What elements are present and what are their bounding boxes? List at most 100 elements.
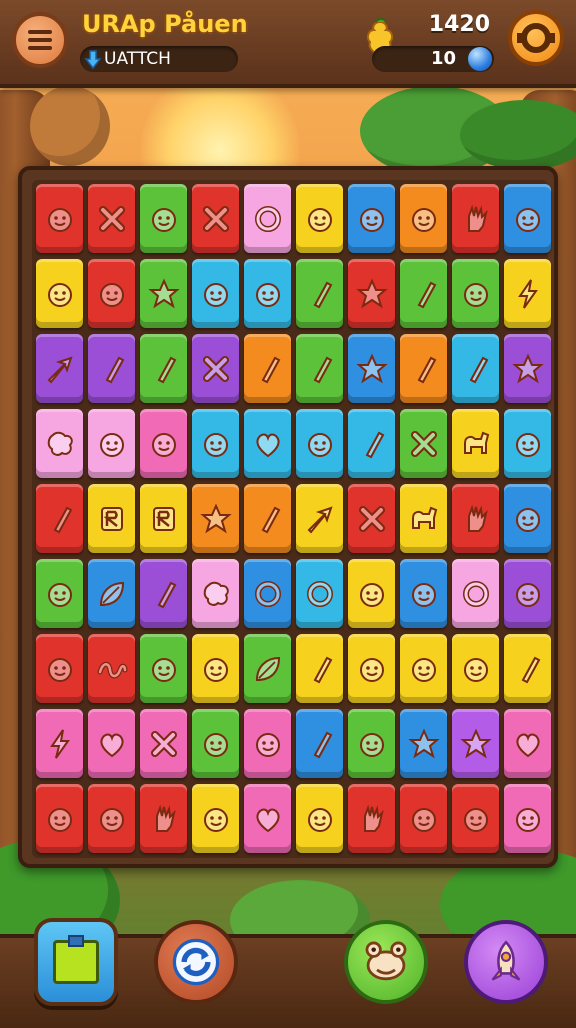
face-icon — [151, 657, 176, 682]
tile-yellow-face[interactable] — [192, 634, 239, 703]
tile-green-x[interactable] — [400, 409, 447, 478]
tile-cyan-ring[interactable] — [296, 559, 343, 628]
tile-red-face[interactable] — [36, 184, 83, 253]
tile-pink-bolt[interactable] — [36, 709, 83, 778]
tile-pink-face[interactable] — [504, 784, 551, 853]
tile-lightpink-blob[interactable] — [36, 409, 83, 478]
tile-yellow-face[interactable] — [192, 784, 239, 853]
tile-red-face[interactable] — [36, 784, 83, 853]
tile-yellow-face[interactable] — [452, 634, 499, 703]
tile-green-slash[interactable] — [296, 334, 343, 403]
tile-red-x[interactable] — [348, 484, 395, 553]
tile-pink-face[interactable] — [244, 709, 291, 778]
menu-button[interactable] — [12, 12, 68, 68]
tile-green-face[interactable] — [192, 709, 239, 778]
tile-yellow-bolt[interactable] — [504, 259, 551, 328]
tile-violet-star[interactable] — [452, 709, 499, 778]
tile-green-leaf[interactable] — [244, 634, 291, 703]
tile-green-face[interactable] — [140, 634, 187, 703]
tile-red-x[interactable] — [192, 184, 239, 253]
tile-lightpink-ring[interactable] — [452, 559, 499, 628]
tile-red-star[interactable] — [348, 259, 395, 328]
rocket-booster-button[interactable] — [464, 920, 548, 1004]
tile-red-face[interactable] — [400, 784, 447, 853]
tile-blue-face[interactable] — [504, 484, 551, 553]
tile-red-hand[interactable] — [140, 784, 187, 853]
tile-orange-slash[interactable] — [400, 334, 447, 403]
face-icon — [359, 732, 384, 757]
tile-green-star[interactable] — [140, 259, 187, 328]
tile-pink-face[interactable] — [140, 409, 187, 478]
tile-yellow-slash[interactable] — [296, 634, 343, 703]
tile-cyan-slash[interactable] — [348, 409, 395, 478]
tile-orange-slash[interactable] — [244, 484, 291, 553]
tile-orange-face[interactable] — [400, 184, 447, 253]
tile-yellow-face[interactable] — [348, 559, 395, 628]
tile-blue-slash[interactable] — [296, 709, 343, 778]
tile-pink-heart[interactable] — [244, 784, 291, 853]
tile-yellow-face[interactable] — [36, 259, 83, 328]
tile-cyan-face[interactable] — [192, 259, 239, 328]
tile-cyan-face[interactable] — [504, 409, 551, 478]
shuffle-button[interactable] — [154, 920, 238, 1004]
tile-green-face[interactable] — [452, 259, 499, 328]
tile-red-slash[interactable] — [36, 484, 83, 553]
tile-green-face[interactable] — [36, 559, 83, 628]
tile-red-hand[interactable] — [452, 484, 499, 553]
tile-green-slash[interactable] — [140, 334, 187, 403]
tile-purple-arrow[interactable] — [36, 334, 83, 403]
tile-red-face[interactable] — [452, 784, 499, 853]
tile-purple-slash[interactable] — [88, 334, 135, 403]
face-icon — [47, 207, 72, 232]
slash-icon — [469, 356, 488, 383]
tile-yellow-face[interactable] — [296, 784, 343, 853]
tile-red-hand[interactable] — [348, 784, 395, 853]
tile-purple-face[interactable] — [504, 559, 551, 628]
tile-red-face[interactable] — [88, 259, 135, 328]
tile-cyan-face[interactable] — [244, 259, 291, 328]
tile-green-slash[interactable] — [400, 259, 447, 328]
block-booster-button[interactable] — [34, 918, 118, 1006]
tile-purple-slash[interactable] — [140, 559, 187, 628]
tile-red-face[interactable] — [88, 784, 135, 853]
tile-lightpink-face[interactable] — [88, 409, 135, 478]
frog-booster-button[interactable] — [344, 920, 428, 1004]
tile-blue-leaf[interactable] — [88, 559, 135, 628]
tile-red-face[interactable] — [36, 634, 83, 703]
tile-orange-star[interactable] — [192, 484, 239, 553]
settings-button[interactable] — [508, 10, 564, 66]
tile-yellow-arrow[interactable] — [296, 484, 343, 553]
tile-lightpink-ring[interactable] — [244, 184, 291, 253]
tile-yellow-face[interactable] — [348, 634, 395, 703]
tile-blue-ring[interactable] — [244, 559, 291, 628]
tile-cyan-face[interactable] — [296, 409, 343, 478]
tile-green-slash[interactable] — [296, 259, 343, 328]
tile-blue-star[interactable] — [400, 709, 447, 778]
tile-blue-face[interactable] — [400, 559, 447, 628]
tile-pink-heart[interactable] — [504, 709, 551, 778]
tile-yellow-face[interactable] — [296, 184, 343, 253]
tile-red-hand[interactable] — [452, 184, 499, 253]
tile-cyan-face[interactable] — [192, 409, 239, 478]
tile-cyan-heart[interactable] — [244, 409, 291, 478]
tile-green-face[interactable] — [140, 184, 187, 253]
tile-red-x[interactable] — [88, 184, 135, 253]
tile-yellow-slash[interactable] — [504, 634, 551, 703]
tile-blue-star[interactable] — [348, 334, 395, 403]
tile-orange-slash[interactable] — [244, 334, 291, 403]
tile-yellow-dino[interactable] — [452, 409, 499, 478]
tile-green-face[interactable] — [348, 709, 395, 778]
tile-pink-x[interactable] — [140, 709, 187, 778]
tile-yellow-dino[interactable] — [400, 484, 447, 553]
tile-cyan-slash[interactable] — [452, 334, 499, 403]
tile-yellow-letter[interactable] — [88, 484, 135, 553]
tile-red-squiggle[interactable] — [88, 634, 135, 703]
tile-purple-x[interactable] — [192, 334, 239, 403]
tile-pink-heart[interactable] — [88, 709, 135, 778]
tile-yellow-face[interactable] — [400, 634, 447, 703]
tile-purple-star[interactable] — [504, 334, 551, 403]
tile-blue-face[interactable] — [348, 184, 395, 253]
tile-yellow-letter[interactable] — [140, 484, 187, 553]
tile-lightpink-blob[interactable] — [192, 559, 239, 628]
tile-blue-face[interactable] — [504, 184, 551, 253]
